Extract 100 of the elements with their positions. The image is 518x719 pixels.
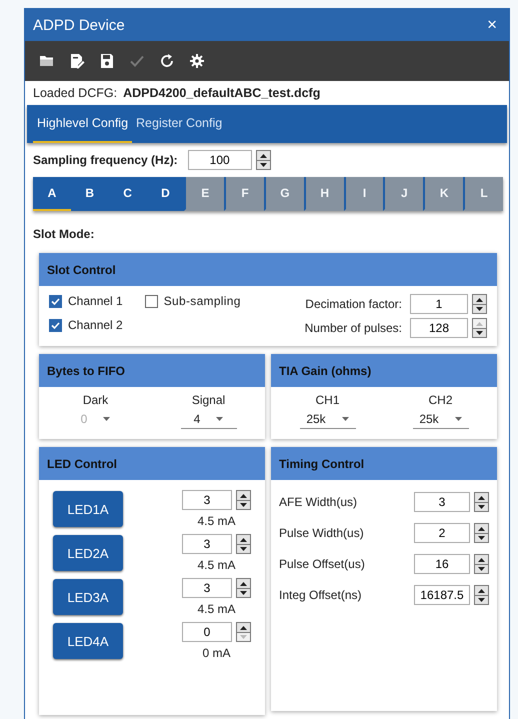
field-label: Pulse Width(us) xyxy=(279,526,364,540)
decrement-button[interactable] xyxy=(237,500,250,509)
down-arrow-icon xyxy=(239,546,248,552)
tab[interactable]: Highlevel Config xyxy=(33,105,132,143)
caret-icon xyxy=(342,417,349,421)
decrement-button[interactable] xyxy=(475,564,488,573)
increment-button[interactable] xyxy=(237,535,250,544)
increment-button[interactable] xyxy=(475,524,488,533)
panel-header: Slot Control xyxy=(39,253,497,286)
down-arrow-icon xyxy=(477,566,486,572)
increment-button[interactable] xyxy=(475,555,488,564)
checkbox-label: Channel 2 xyxy=(68,318,123,332)
sampling-label: Sampling frequency (Hz): xyxy=(33,153,178,167)
loaded-label: Loaded DCFG: xyxy=(33,86,118,100)
up-arrow-icon xyxy=(477,556,486,562)
caret-icon xyxy=(103,417,110,421)
decrement-button[interactable] xyxy=(475,595,488,604)
panel-header: LED Control xyxy=(39,447,265,480)
up-arrow-icon xyxy=(475,296,484,302)
down-arrow-icon xyxy=(477,504,486,510)
number-field[interactable]: 1 xyxy=(410,294,468,314)
slot-tab[interactable]: A xyxy=(33,177,71,211)
down-arrow-icon xyxy=(475,306,484,312)
checkbox[interactable] xyxy=(49,318,62,332)
number-field[interactable]: 128 xyxy=(410,318,468,338)
current-reading: 0 mA xyxy=(202,646,230,660)
number-field[interactable]: 3 xyxy=(182,578,232,598)
led-button[interactable]: LED4A xyxy=(53,623,123,659)
increment-button[interactable] xyxy=(473,295,486,304)
field-label: Integ Offset(ns) xyxy=(279,588,362,602)
slot-mode-label: Slot Mode: xyxy=(33,227,96,241)
current-reading: 4.5 mA xyxy=(197,558,236,572)
decrement-button[interactable] xyxy=(475,533,488,542)
up-arrow-icon xyxy=(239,624,248,630)
panel-header: Bytes to FIFO xyxy=(39,354,265,387)
field-label: Decimation factor: xyxy=(305,297,402,311)
up-arrow-icon xyxy=(239,580,248,586)
slot-tab[interactable]: D xyxy=(146,177,184,211)
current-reading: 4.5 mA xyxy=(197,514,236,528)
checkbox-label: Sub-sampling xyxy=(164,294,241,308)
led-button[interactable]: LED1A xyxy=(53,491,123,527)
led-button[interactable]: LED2A xyxy=(53,535,123,571)
up-arrow-icon xyxy=(477,494,486,500)
number-field[interactable]: 16187.5 xyxy=(414,585,470,605)
number-field[interactable]: 3 xyxy=(182,490,232,510)
up-arrow-icon xyxy=(477,526,486,532)
number-field[interactable]: 100 xyxy=(188,150,252,170)
caret-icon xyxy=(454,417,462,421)
increment-button[interactable] xyxy=(237,579,250,588)
tab[interactable]: Register Config xyxy=(132,105,226,143)
loaded-filename: ADPD4200_defaultABC_test.dcfg xyxy=(123,86,320,100)
decrement-button[interactable] xyxy=(237,588,250,597)
field-label: Pulse Offset(us) xyxy=(279,557,365,571)
decrement-button[interactable] xyxy=(237,544,250,553)
slot-tab[interactable]: B xyxy=(70,177,109,211)
dropdown[interactable]: 25k xyxy=(412,410,468,429)
caret-icon xyxy=(216,417,224,421)
current-reading: 4.5 mA xyxy=(197,602,236,616)
down-arrow-icon xyxy=(239,590,248,596)
checkbox[interactable] xyxy=(49,294,62,308)
decrement-button[interactable] xyxy=(473,328,486,337)
increment-button[interactable] xyxy=(237,623,250,632)
field-label: Number of pulses: xyxy=(304,321,402,335)
up-arrow-icon xyxy=(258,152,268,158)
slot-tab[interactable]: C xyxy=(108,177,146,211)
number-field[interactable]: 2 xyxy=(414,523,470,543)
decrement-button[interactable] xyxy=(256,160,270,169)
decrement-button[interactable] xyxy=(473,304,486,313)
up-arrow-icon xyxy=(475,320,484,326)
number-field[interactable]: 16 xyxy=(414,554,470,574)
number-field[interactable]: 3 xyxy=(182,534,232,554)
dropdown[interactable]: 4 xyxy=(180,410,236,429)
dropdown-label: Dark xyxy=(82,393,108,407)
down-arrow-icon xyxy=(239,634,248,640)
increment-button[interactable] xyxy=(475,586,488,595)
number-field[interactable]: 3 xyxy=(414,492,470,512)
close-button[interactable]: × xyxy=(483,15,501,35)
number-field[interactable]: 0 xyxy=(182,622,232,642)
window-title: ADPD Device xyxy=(33,16,125,34)
panel-header: TIA Gain (ohms) xyxy=(271,354,497,387)
save-icon[interactable] xyxy=(99,53,115,69)
checkbox[interactable] xyxy=(144,294,158,308)
dropdown-label: CH1 xyxy=(315,393,340,407)
panel-header: Timing Control xyxy=(271,447,497,480)
up-arrow-icon xyxy=(239,492,248,498)
edit-icon[interactable] xyxy=(69,53,85,69)
down-arrow-icon xyxy=(258,162,268,168)
down-arrow-icon xyxy=(239,502,248,508)
refresh-icon[interactable] xyxy=(159,53,175,69)
increment-button[interactable] xyxy=(237,491,250,500)
increment-button[interactable] xyxy=(475,493,488,502)
dropdown-label: CH2 xyxy=(428,393,452,407)
increment-button[interactable] xyxy=(256,151,270,160)
down-arrow-icon xyxy=(477,597,486,603)
down-arrow-icon xyxy=(477,535,486,541)
field-label: AFE Width(us) xyxy=(279,495,358,509)
folder-icon[interactable] xyxy=(39,53,55,69)
led-button[interactable]: LED3A xyxy=(53,579,123,615)
dropdown[interactable]: 25k xyxy=(300,410,356,429)
decrement-button[interactable] xyxy=(475,502,488,511)
